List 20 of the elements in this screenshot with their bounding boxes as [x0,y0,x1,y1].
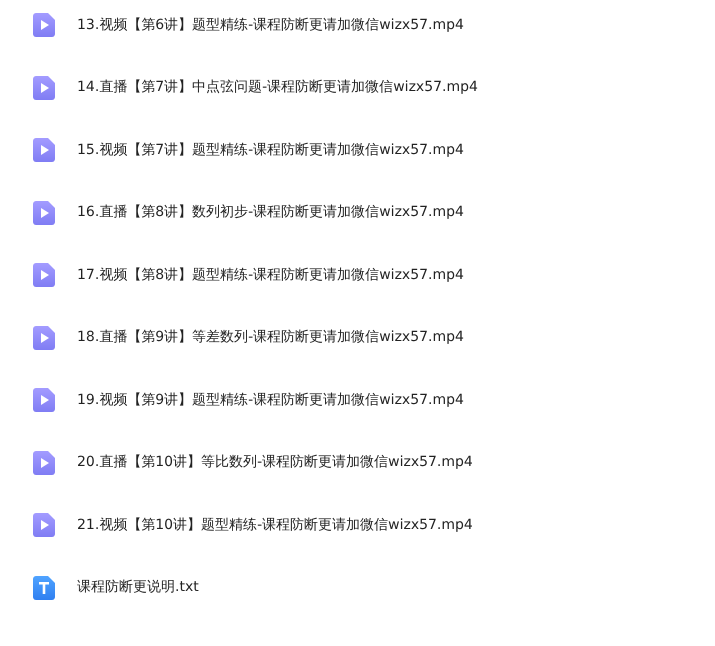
video-file-icon [33,13,55,37]
file-name[interactable]: 14.直播【第7讲】中点弦问题-课程防断更请加微信wizx57.mp4 [77,77,478,98]
video-file-icon [33,388,55,412]
video-file-icon [33,513,55,537]
file-name[interactable]: 17.视频【第8讲】题型精练-课程防断更请加微信wizx57.mp4 [77,264,464,286]
file-name[interactable]: 20.直播【第10讲】等比数列-课程防断更请加微信wizx57.mp4 [77,452,473,473]
file-name[interactable]: 课程防断更说明.txt [77,577,199,598]
file-name[interactable]: 15.视频【第7讲】题型精练-课程防断更请加微信wizx57.mp4 [77,140,464,160]
video-file-icon [33,138,55,162]
video-file-icon [33,200,55,224]
file-name[interactable]: 19.视频【第9讲】题型精练-课程防断更请加微信wizx57.mp4 [77,390,464,410]
file-name[interactable]: 18.直播【第9讲】等差数列-课程防断更请加微信wizx57.mp4 [77,327,464,348]
file-name[interactable]: 21.视频【第10讲】题型精练-课程防断更请加微信wizx57.mp4 [77,514,473,536]
video-file-icon [33,263,55,287]
file-name[interactable]: 16.直播【第8讲】数列初步-课程防断更请加微信wizx57.mp4 [77,202,464,223]
video-file-icon [33,450,55,474]
video-file-icon [33,76,55,100]
text-file-icon [33,576,55,600]
file-name[interactable]: 13.视频【第6讲】题型精练-课程防断更请加微信wizx57.mp4 [77,14,464,36]
video-file-icon [33,326,55,350]
